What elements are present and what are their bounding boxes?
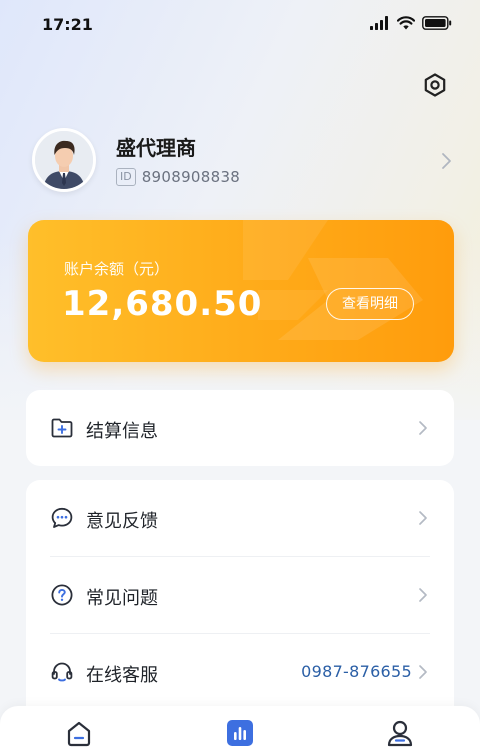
menu-item-customer-service[interactable]: 在线客服 0987-876655 [26, 634, 454, 710]
support-card: 意见反馈 常见问题 在线客服 0987-876655 [26, 480, 454, 720]
question-circle-icon [51, 584, 73, 606]
status-bar: 17:21 [0, 0, 480, 50]
menu-item-settlement[interactable]: 结算信息 [26, 390, 454, 466]
chevron-right-icon [419, 421, 427, 435]
balance-amount: 12,680.50 [62, 284, 263, 324]
profile-name: 盛代理商 [116, 136, 196, 160]
balance-label: 账户余额（元） [64, 260, 170, 278]
view-details-button[interactable]: 查看明细 [326, 288, 414, 320]
tab-profile[interactable] [385, 718, 415, 748]
profile-id-value: 8908908838 [141, 168, 241, 186]
tab-home[interactable] [64, 718, 94, 748]
chevron-right-icon [419, 588, 427, 602]
profile-section[interactable]: 盛代理商 ID 8908908838 [32, 128, 452, 194]
menu-item-feedback[interactable]: 意见反馈 [26, 480, 454, 556]
wifi-icon [397, 16, 415, 30]
bottom-tab-bar [0, 706, 480, 750]
bar-chart-icon [227, 720, 253, 746]
tab-stats[interactable] [225, 718, 255, 748]
avatar[interactable] [32, 128, 96, 192]
avatar-illustration [35, 131, 93, 189]
battery-icon [422, 16, 452, 30]
folder-add-icon [51, 418, 73, 438]
profile-id-row: ID 8908908838 [116, 168, 240, 186]
chevron-right-icon [442, 153, 451, 169]
id-badge: ID [116, 168, 136, 186]
chevron-right-icon [419, 665, 427, 679]
cellular-signal-icon [370, 16, 388, 30]
home-icon [67, 721, 91, 747]
settlement-card: 结算信息 [26, 390, 454, 466]
balance-card: 账户余额（元） 12,680.50 查看明细 [28, 220, 454, 362]
user-icon [387, 720, 413, 747]
menu-item-faq[interactable]: 常见问题 [26, 557, 454, 633]
chevron-right-icon [419, 511, 427, 525]
headset-icon [51, 662, 73, 682]
chat-bubble-icon [51, 507, 73, 528]
customer-service-phone[interactable]: 0987-876655 [301, 662, 412, 681]
menu-item-label: 常见问题 [86, 588, 158, 609]
settings-button[interactable] [422, 72, 448, 98]
status-time: 17:21 [42, 15, 93, 34]
status-icons [370, 16, 452, 30]
settings-hexagon-icon [424, 73, 446, 97]
menu-item-label: 在线客服 [86, 665, 158, 686]
menu-item-label: 意见反馈 [86, 511, 158, 532]
menu-item-label: 结算信息 [86, 421, 158, 442]
